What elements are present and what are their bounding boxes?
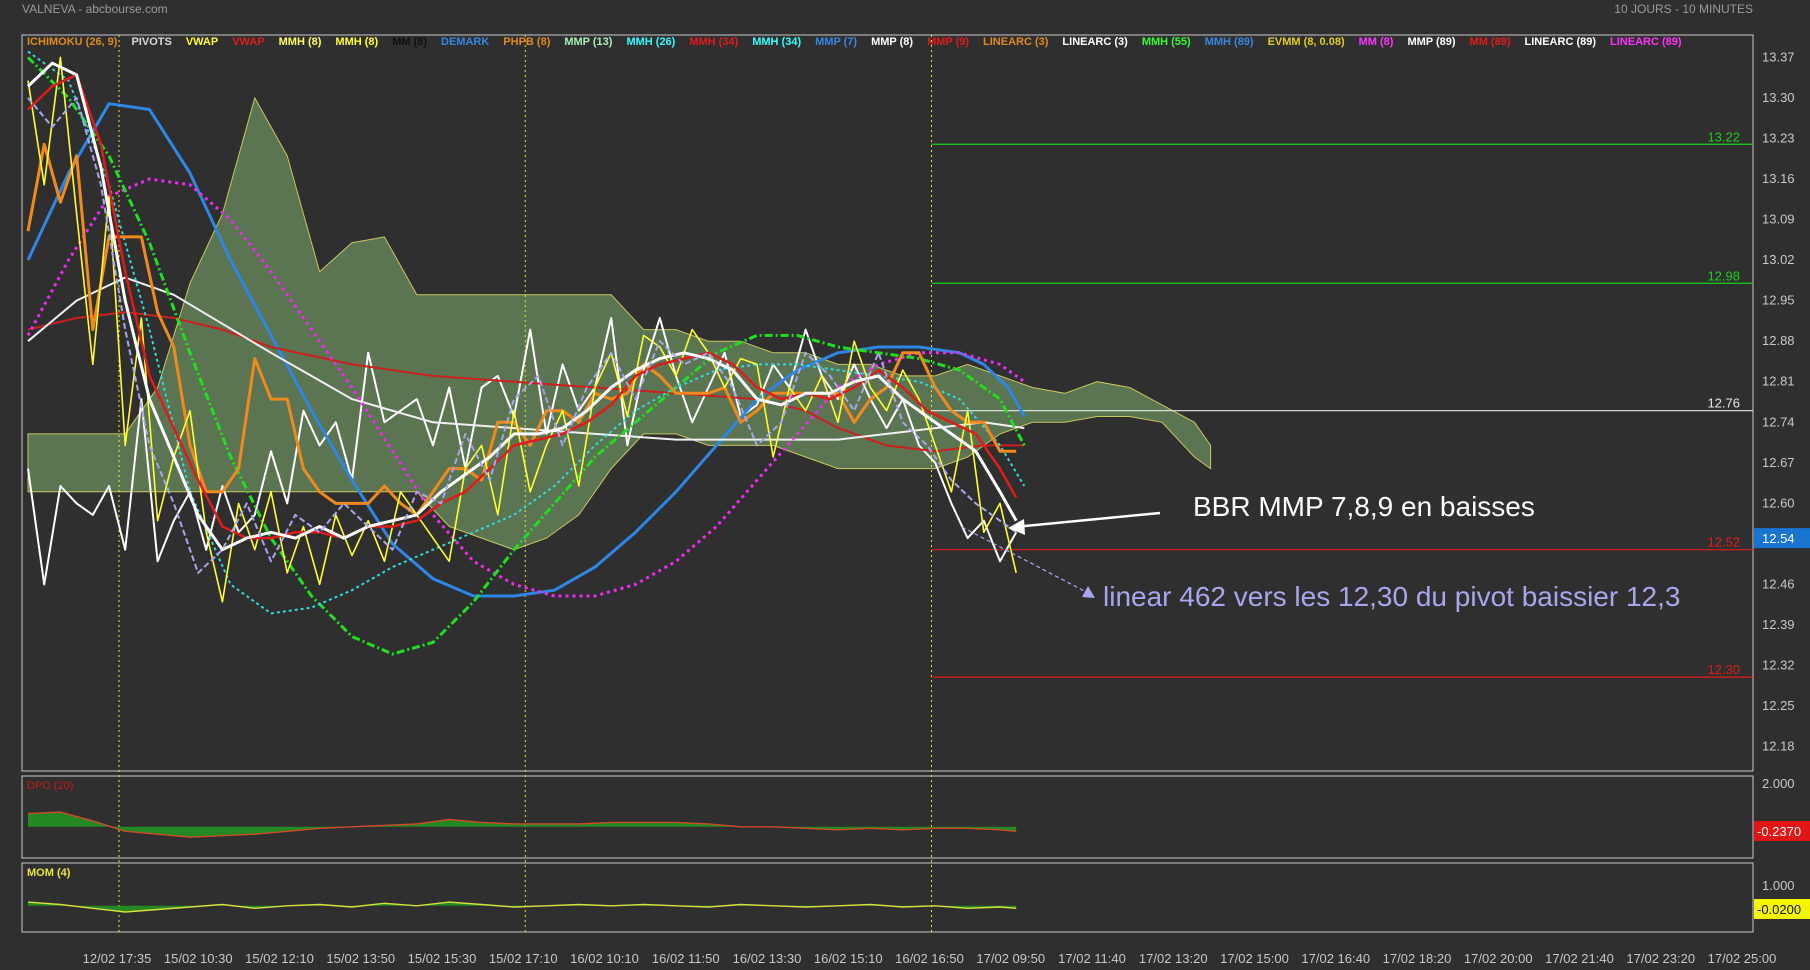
- x-tick-label: 15/02 17:10: [489, 951, 558, 966]
- x-tick-label: 17/02 13:20: [1139, 951, 1208, 966]
- y-tick-label: 13.16: [1762, 171, 1795, 186]
- y-tick-label: 12.81: [1762, 374, 1795, 389]
- y-tick-label: 12.67: [1762, 455, 1795, 470]
- legend-item: MMH (8): [335, 36, 379, 48]
- legend-item: MMH (34): [689, 36, 739, 48]
- legend-item: MMH (8): [278, 36, 322, 48]
- dpo-area: [28, 812, 1017, 838]
- mom-label: MOM (4): [27, 867, 71, 879]
- x-tick-label: 17/02 16:40: [1301, 951, 1370, 966]
- mom-value-label: -0.0200: [1757, 902, 1801, 917]
- x-tick-label: 16/02 10:10: [570, 951, 639, 966]
- indicator-legend: ICHIMOKU (26, 9) PIVOTS VWAP VWAP MMH (8) MMH…: [27, 36, 1797, 50]
- oscillators: DPO (20) MOM (4): [27, 780, 1017, 913]
- x-tick-label: 17/02 21:40: [1545, 951, 1614, 966]
- x-tick-label: 17/02 25:00: [1708, 951, 1777, 966]
- mom-panel: [21, 862, 1754, 933]
- legend-item: DEMARK: [441, 36, 490, 48]
- x-tick-label: 17/02 23:20: [1626, 951, 1695, 966]
- bbr-annotation: BBR MMP 7,8,9 en baisses: [1193, 491, 1535, 522]
- y-tick-label: 12.60: [1762, 495, 1795, 510]
- x-tick-label: 15/02 15:30: [408, 951, 477, 966]
- legend-item: MM (8): [1358, 36, 1394, 48]
- bbr-arrow-line: [1014, 511, 1161, 529]
- y-tick-label: 12.46: [1762, 576, 1795, 591]
- y-tick-label: 13.30: [1762, 90, 1795, 105]
- y-tick-label: 12.25: [1762, 698, 1795, 713]
- legend-item: MM (8): [392, 36, 428, 48]
- x-tick-label: 17/02 09:50: [976, 951, 1045, 966]
- ichimoku-cloud: [27, 96, 1212, 551]
- y-tick-label: 12.95: [1762, 293, 1795, 308]
- annotations: BBR MMP 7,8,9 en baisses linear 462 vers…: [961, 491, 1680, 612]
- y-tick-label: 12.88: [1762, 333, 1795, 348]
- x-tick-label: 17/02 18:20: [1383, 951, 1452, 966]
- y-tick-label: 13.02: [1762, 252, 1795, 267]
- legend-item: PHPB (8): [503, 36, 551, 48]
- legend-item: VWAP: [185, 36, 219, 48]
- x-tick-label: 12/02 17:35: [83, 951, 152, 966]
- x-tick-label: 17/02 15:00: [1220, 951, 1289, 966]
- dpo-value-label: -0.2370: [1757, 824, 1801, 839]
- x-tick-label: 16/02 16:50: [895, 951, 964, 966]
- legend-item: MMP (8): [871, 36, 914, 48]
- legend-item: VWAP: [232, 36, 265, 48]
- pivot-level-label: 12.76: [1707, 396, 1740, 411]
- dpo-panel: [21, 775, 1754, 859]
- y-tick-label: 13.09: [1762, 212, 1795, 227]
- x-tick-label: 15/02 13:50: [326, 951, 395, 966]
- pivot-level-label: 12.52: [1707, 535, 1740, 550]
- y-tick-label: 13.37: [1762, 49, 1795, 64]
- ichimoku-cloud-area: [27, 96, 1212, 551]
- y-tick-label: 12.32: [1762, 658, 1795, 673]
- x-tick-label: 15/02 10:30: [164, 951, 233, 966]
- x-tick-label: 16/02 15:10: [814, 951, 883, 966]
- legend-item: MMP (89): [1407, 36, 1456, 48]
- legend-item: ICHIMOKU (26, 9): [27, 36, 118, 48]
- mom-top-tick: 1.000: [1762, 878, 1795, 893]
- legend-item: MMH (26): [626, 36, 676, 48]
- linear-arrow-line: [961, 526, 1091, 595]
- y-tick-label: 12.39: [1762, 617, 1795, 632]
- x-tick-label: 17/02 11:40: [1058, 951, 1126, 966]
- legend-item: MMH (89): [1204, 36, 1254, 48]
- linear-arrow-head: [1082, 586, 1095, 598]
- chart-period-label: 10 JOURS - 10 MINUTES: [1614, 2, 1753, 16]
- legend-item: MMP (9): [927, 36, 970, 48]
- y-tick-label: 12.18: [1762, 739, 1795, 754]
- pivot-level-label: 12.98: [1707, 268, 1740, 283]
- legend-item: LINEARC (89): [1524, 36, 1597, 48]
- legend-item: LINEARC (3): [1062, 36, 1128, 48]
- legend-item: MMH (34): [752, 36, 802, 48]
- linear-annotation: linear 462 vers les 12,30 du pivot baiss…: [1103, 581, 1680, 612]
- legend-item: EVMM (8, 0.08): [1267, 36, 1345, 48]
- y-tick-label: 13.23: [1762, 130, 1795, 145]
- y-tick-label: 12.74: [1762, 414, 1795, 429]
- current-price-label: 12.54: [1762, 531, 1795, 546]
- legend-item: MMH (55): [1141, 36, 1191, 48]
- legend-item: LINEARC (3): [983, 36, 1049, 48]
- dpo-label: DPO (20): [27, 780, 73, 792]
- x-tick-label: 16/02 11:50: [652, 951, 720, 966]
- dpo-top-tick: 2.000: [1762, 776, 1795, 791]
- chart-source-title: VALNEVA - abcbourse.com: [22, 2, 168, 16]
- legend-item: MM (89): [1469, 36, 1511, 48]
- chart-canvas: 13.22 12.98 12.76 12.52 12.30 DPO (20) MOM (4…: [21, 34, 1810, 966]
- x-tick-label: 17/02 20:00: [1464, 951, 1533, 966]
- legend-item: PIVOTS: [131, 36, 172, 48]
- x-tick-label: 16/02 13:30: [733, 951, 802, 966]
- legend-item: MMP (13): [564, 36, 613, 48]
- legend-item: MMP (7): [815, 36, 858, 48]
- pivot-level-label: 13.22: [1707, 129, 1740, 144]
- legend-item: LINEARC (89): [1610, 36, 1682, 48]
- x-tick-label: 15/02 12:10: [245, 951, 314, 966]
- pivot-level-label: 12.30: [1707, 662, 1740, 677]
